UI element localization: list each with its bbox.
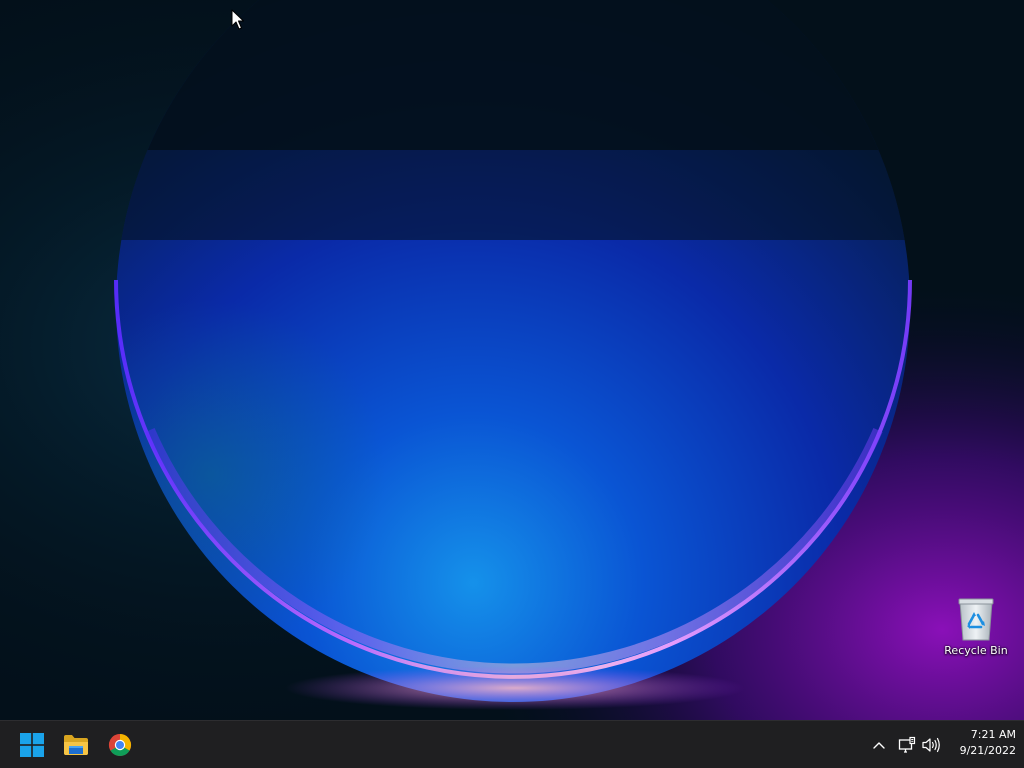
desktop: Recycle Bin 7:21 AM 9/21/2022 xyxy=(0,0,1024,768)
show-hidden-icons-button[interactable] xyxy=(868,733,890,757)
clock[interactable]: 7:21 AM 9/21/2022 xyxy=(946,727,1016,763)
file-explorer-button[interactable] xyxy=(56,725,96,765)
clock-date: 9/21/2022 xyxy=(959,744,1016,757)
chrome-button[interactable] xyxy=(100,725,140,765)
chrome-icon xyxy=(108,734,132,757)
taskbar: 7:21 AM 9/21/2022 xyxy=(0,720,1024,768)
volume-button[interactable] xyxy=(920,733,942,757)
desktop-icon-label: Recycle Bin xyxy=(944,644,1008,657)
volume-icon xyxy=(922,737,940,753)
recycle-bin-icon xyxy=(958,598,994,641)
windows-logo-icon xyxy=(20,733,44,757)
chevron-up-icon xyxy=(873,742,885,749)
desktop-icon-recycle-bin[interactable]: Recycle Bin xyxy=(940,596,1012,666)
mouse-cursor-icon xyxy=(231,9,244,30)
clock-time: 7:21 AM xyxy=(970,728,1016,741)
network-button[interactable] xyxy=(896,733,918,757)
desktop-wallpaper xyxy=(0,0,1024,768)
folder-icon xyxy=(64,735,88,755)
start-button[interactable] xyxy=(12,725,52,765)
network-icon xyxy=(898,736,916,753)
